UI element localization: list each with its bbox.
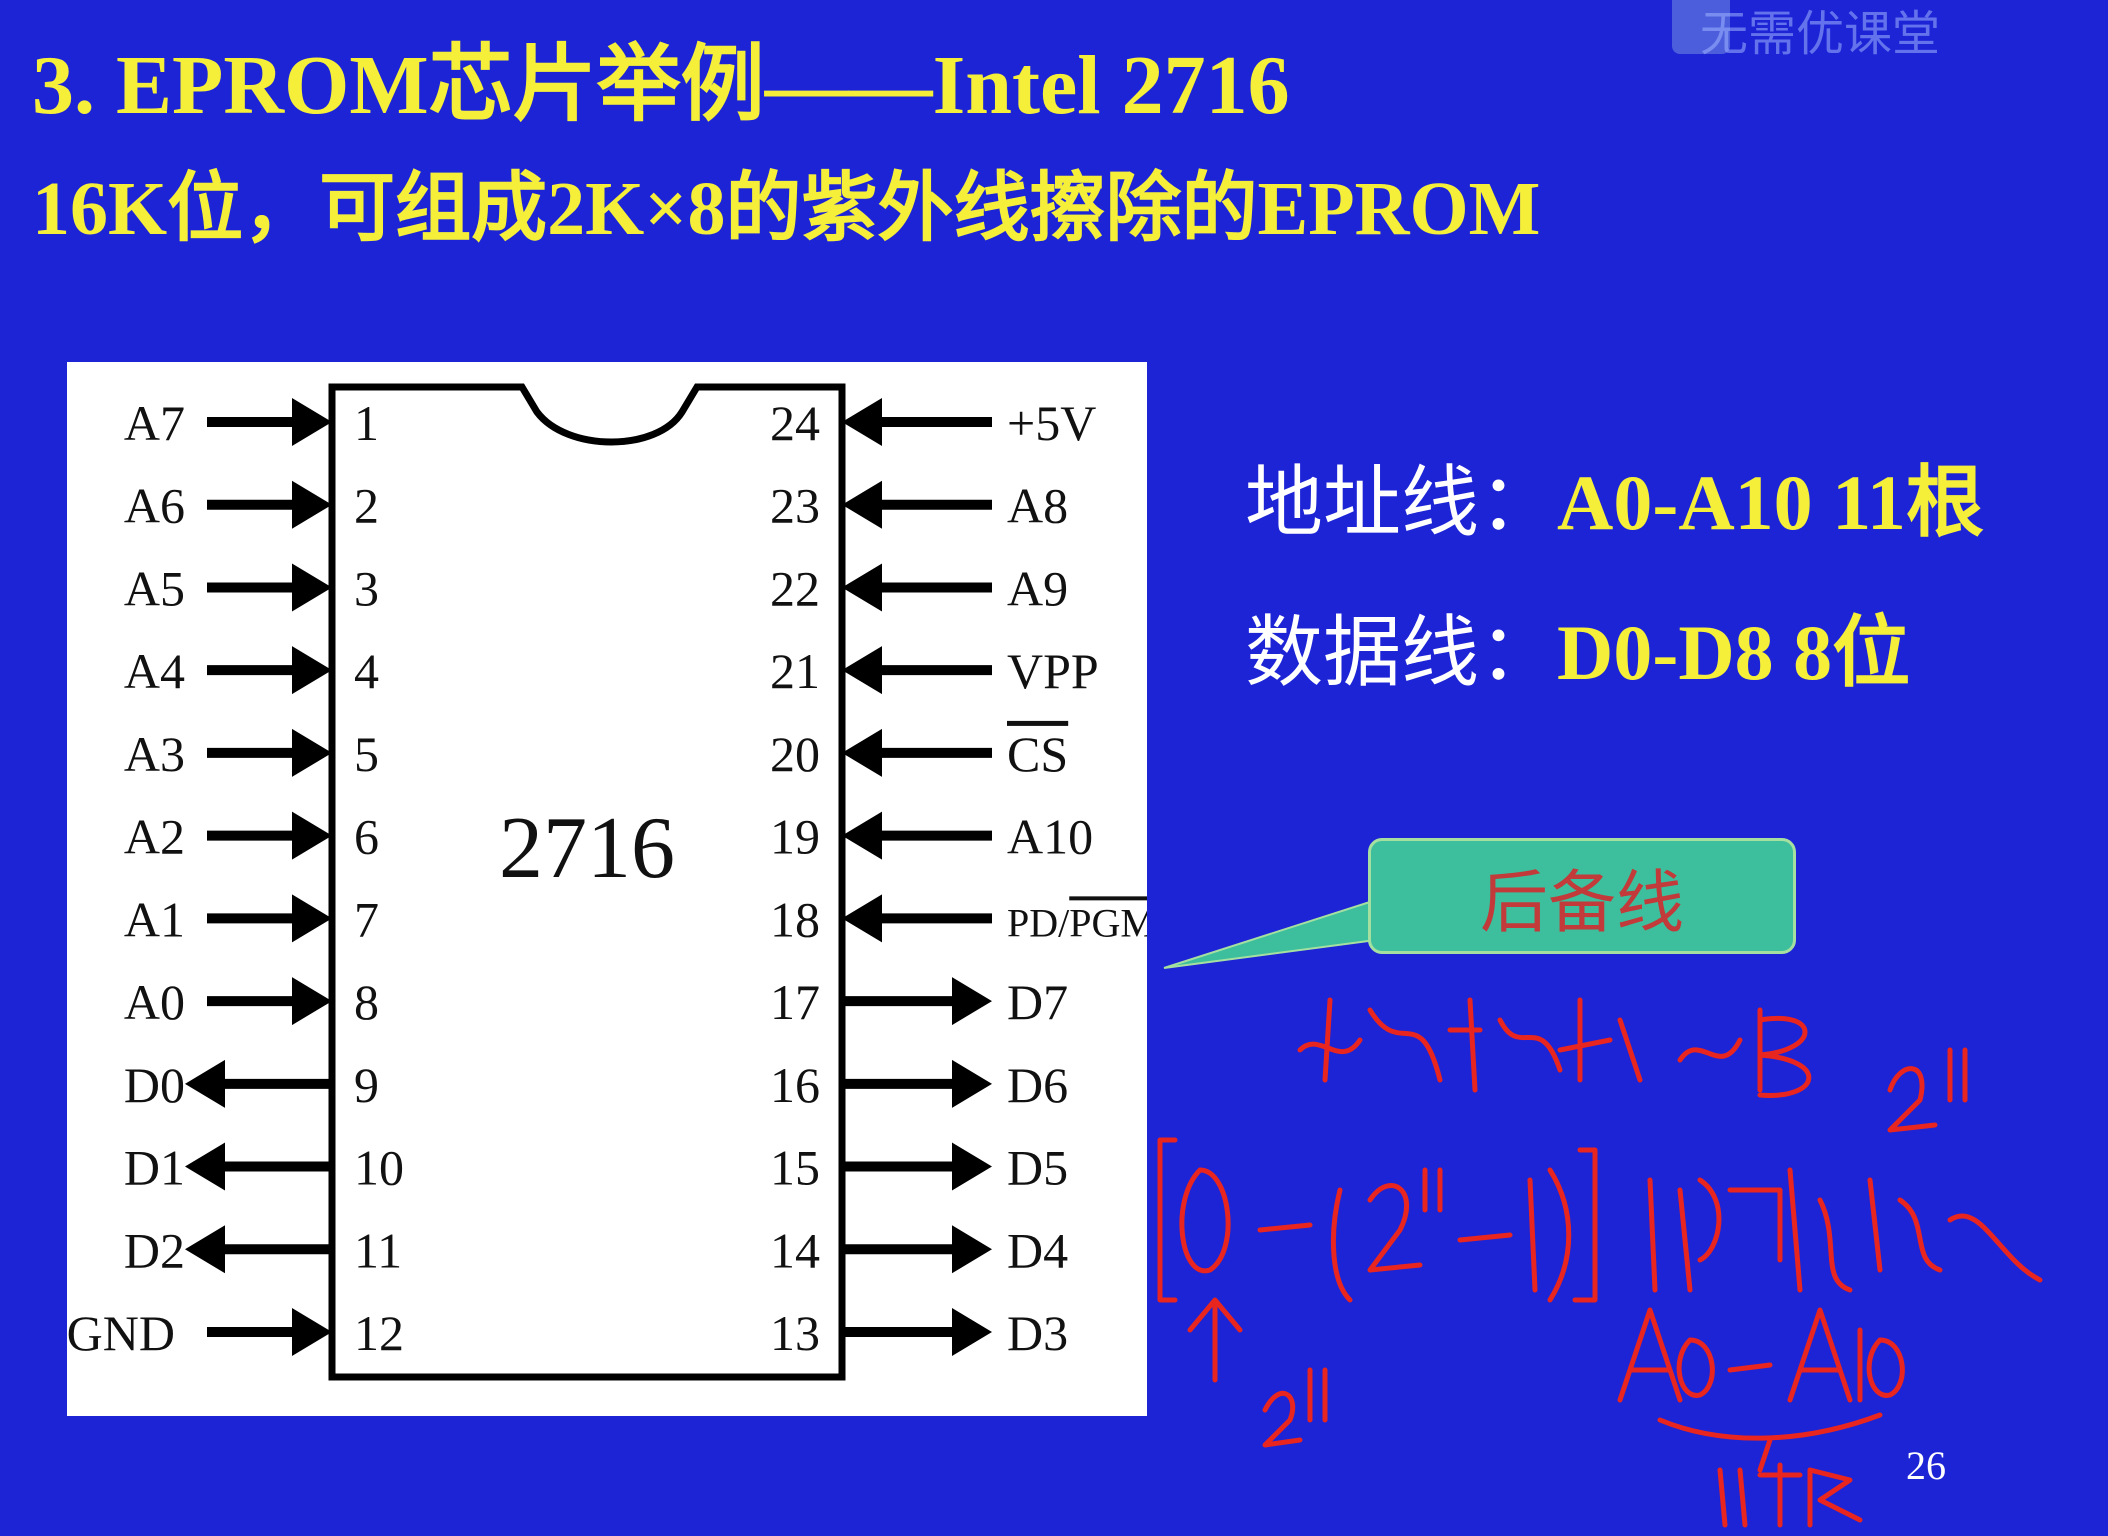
right-pin-22-head [842,563,882,612]
pin-number-24: 24 [770,395,820,451]
pin-number-18: 18 [770,891,820,947]
pin-number-21: 21 [770,643,820,699]
pin-name-a2: A2 [124,809,185,865]
pin-name-a5: A5 [124,560,185,616]
slide-title: 3. EPROM芯片举例——Intel 2716 [32,39,1290,132]
watermark: 无需优课堂 [1700,6,1941,62]
chip-pinout-diagram: 2716 A7 1 A6 2 A5 3 A4 4 A3 5 A2 6 A1 7 A0 8 D0 9 D1 10 D2 11 G… [67,362,1147,1416]
pin-number-14: 14 [770,1222,820,1278]
right-pin-23-head [842,480,882,529]
pin-name-a3: A3 [124,726,185,782]
pin-number-2: 2 [354,478,379,534]
right-pin-17-head [952,977,992,1026]
pin-name-cs: CS [1007,726,1068,782]
callout-text: 后备线 [1479,863,1684,943]
right-pin-24-head [842,398,882,446]
pin-number-7: 7 [354,891,379,947]
pin-number-8: 8 [354,974,379,1030]
left-pin-11-head [185,1225,225,1274]
pin-name-a9: A9 [1007,560,1068,616]
left-pin-7-head [292,894,332,943]
pin-number-6: 6 [354,809,379,865]
right-pin-13-head [952,1308,992,1356]
page-number: 26 [1906,1443,1946,1488]
pin-name-d3: D3 [1007,1305,1068,1361]
left-pin-1-head [292,398,332,446]
pin-number-5: 5 [354,726,379,782]
pin-number-20: 20 [770,726,820,782]
pin-name-a7: A7 [124,395,185,451]
pin-name-a1: A1 [124,891,185,947]
pin-name-gnd: GND [67,1305,175,1361]
pin-number-22: 22 [770,560,820,616]
right-pin-14-head [952,1225,992,1274]
pin-name-d0: D0 [124,1057,185,1113]
right-pin-20-head [842,728,882,777]
address-lines-value: A0-A10 11根 [1557,459,1984,546]
pin-name-overline-part: PGM [1069,900,1147,945]
pin-number-10: 10 [354,1140,404,1196]
chip-label: 2716 [499,800,675,897]
backup-line-callout: 后备线 [1368,838,1796,954]
pin-number-1: 1 [354,395,379,451]
right-pin-16-head [952,1059,992,1108]
right-pin-21-head [842,646,882,695]
right-pin-18-head [842,894,882,943]
address-lines-label: 地址线： [1245,459,1558,546]
pin-name-a4: A4 [124,643,185,699]
pin-number-4: 4 [354,643,379,699]
pin-name-vpp: VPP [1007,643,1099,699]
pin-number-12: 12 [354,1305,404,1361]
pin-name-d1: D1 [124,1140,185,1196]
left-pin-6-head [292,811,332,860]
pin-name-d7: D7 [1007,974,1068,1030]
slide-subtitle: 16K位，可组成2K×8的紫外线擦除的EPROM [32,167,1541,251]
left-pin-5-head [292,728,332,777]
pin-name-a10: A10 [1007,809,1093,865]
pin-number-15: 15 [770,1140,820,1196]
pin-name-d5: D5 [1007,1140,1068,1196]
pin-name-part: PD/ [1007,900,1070,945]
pin-number-16: 16 [770,1057,820,1113]
pin-name-a6: A6 [124,478,185,534]
pin-number-13: 13 [770,1305,820,1361]
chip-pinout-svg: 2716 A7 1 A6 2 A5 3 A4 4 A3 5 A2 6 A1 7 A0 8 D0 9 D1 10 D2 11 G… [67,383,1147,1381]
left-pin-4-head [292,646,332,695]
pin-name-a0: A0 [124,974,185,1030]
pin-name-d2: D2 [124,1222,185,1278]
data-lines-label: 数据线： [1245,609,1558,696]
left-pin-12-head [292,1308,332,1356]
pin-name--5v: +5V [1007,395,1096,451]
left-pin-2-head [292,480,332,529]
pin-number-17: 17 [770,974,820,1030]
data-lines-value: D0-D8 8位 [1557,609,1911,696]
pin-name-a8: A8 [1007,478,1068,534]
right-pin-15-head [952,1142,992,1191]
pin-name-d6: D6 [1007,1057,1068,1113]
left-pin-3-head [292,563,332,612]
data-lines-info: 数据线：D0-D8 8位 [1245,590,1910,702]
left-pin-8-head [292,977,332,1026]
address-lines-info: 地址线：A0-A10 11根 [1245,440,1984,552]
pin-number-11: 11 [354,1222,402,1278]
pin-number-19: 19 [770,809,820,865]
pin-number-3: 3 [354,560,379,616]
right-pin-19-head [842,811,882,860]
pin-name-d4: D4 [1007,1222,1068,1278]
pin-number-23: 23 [770,478,820,534]
left-pin-10-head [185,1142,225,1191]
left-pin-9-head [185,1059,225,1108]
pin-number-9: 9 [354,1057,379,1113]
pin-name-pd-pgm: PD/PGM [1007,900,1147,945]
